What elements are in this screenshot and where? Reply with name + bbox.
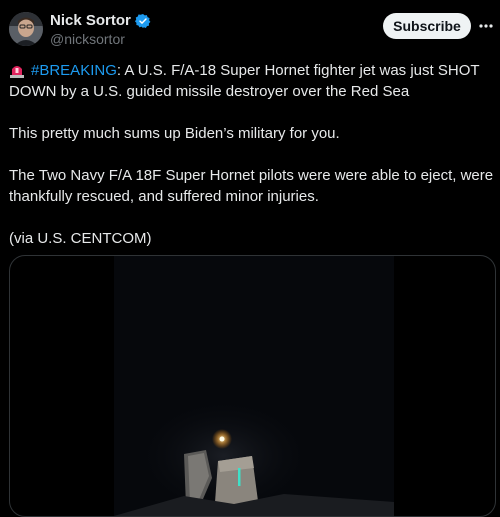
tweet-paragraph-details: The Two Navy F/A 18F Super Hornet pilots… (9, 167, 494, 205)
tweet-paragraph-source: (via U.S. CENTCOM) (9, 230, 152, 247)
tweet-paragraph-comment: This pretty much sums up Biden’s militar… (9, 125, 340, 142)
tweet-paragraph-breaking: #BREAKING: A U.S. F/A-18 Super Hornet fi… (9, 60, 495, 102)
tweet-body: #BREAKING: A U.S. F/A-18 Super Hornet fi… (9, 60, 495, 249)
subscribe-button[interactable]: Subscribe (383, 13, 471, 39)
author-display-name[interactable]: Nick Sortor (50, 12, 131, 29)
tweet-header: Nick Sortor @nicksortor Subscribe (0, 0, 500, 60)
verified-badge-icon[interactable] (134, 13, 151, 29)
siren-icon (9, 62, 25, 78)
more-horizontal-icon[interactable] (476, 16, 496, 36)
author-name-row: Nick Sortor (50, 12, 151, 29)
author-handle[interactable]: @nicksortor (50, 31, 125, 47)
avatar[interactable] (9, 12, 43, 46)
breaking-hashtag-link[interactable]: #BREAKING (31, 62, 117, 79)
tweet-media-video[interactable] (9, 255, 496, 517)
video-frame[interactable] (114, 256, 394, 516)
